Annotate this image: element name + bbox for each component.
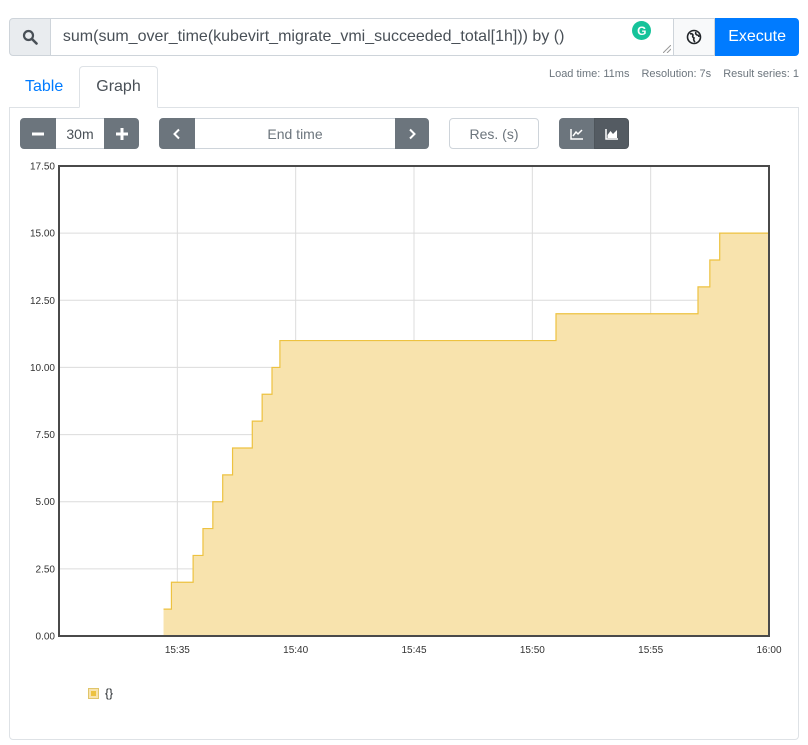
y-tick-label: 17.50 [30, 162, 55, 173]
expression-input[interactable]: sum(sum_over_time(kubevirt_migrate_vmi_s… [50, 18, 675, 56]
range-input[interactable]: 30m [56, 118, 104, 149]
view-tabs: Table Graph [9, 66, 158, 108]
increase-range-button[interactable] [104, 118, 139, 149]
x-tick-label: 16:00 [756, 645, 781, 656]
y-tick-label: 12.50 [30, 296, 55, 307]
end-time-input[interactable]: End time [195, 118, 395, 149]
chart-legend: {} [88, 686, 113, 700]
y-tick-label: 15.00 [30, 229, 55, 240]
x-tick-label: 15:35 [165, 645, 190, 656]
x-tick-label: 15:50 [520, 645, 545, 656]
next-time-button[interactable] [395, 118, 429, 149]
resize-grip-icon[interactable] [663, 45, 672, 53]
chevron-right-icon [409, 128, 416, 139]
result-series: Result series: 1 [723, 68, 799, 80]
area-chart-button[interactable] [594, 118, 629, 149]
y-tick-label: 10.00 [30, 363, 55, 374]
load-time: Load time: 11ms [548, 68, 630, 80]
y-tick-label: 2.50 [36, 564, 56, 575]
line-chart-button[interactable] [559, 118, 594, 149]
chevron-left-icon [173, 128, 180, 139]
plus-icon [115, 127, 128, 140]
query-stats: Load time: 11ms Resolution: 7s Result se… [549, 68, 799, 80]
tab-table[interactable]: Table [9, 66, 79, 108]
resolution: Resolution: 7s [641, 68, 712, 80]
area-chart-icon [604, 128, 618, 140]
previous-time-button[interactable] [159, 118, 195, 149]
x-tick-label: 15:40 [283, 645, 308, 656]
resolution-input[interactable]: Res. (s) [449, 118, 539, 149]
legend-label[interactable]: {} [105, 686, 113, 700]
search-icon [22, 29, 38, 45]
query-bar: sum(sum_over_time(kubevirt_migrate_vmi_s… [9, 18, 799, 56]
y-tick-label: 5.00 [36, 497, 56, 508]
decrease-range-button[interactable] [20, 118, 56, 149]
y-tick-label: 0.00 [36, 632, 56, 643]
search-button[interactable] [9, 18, 51, 56]
line-chart-icon [569, 128, 583, 140]
tab-graph[interactable]: Graph [79, 66, 158, 108]
globe-icon [686, 29, 702, 45]
grammarly-icon[interactable]: G [632, 21, 652, 40]
y-tick-label: 7.50 [36, 430, 56, 441]
execute-button[interactable]: Execute [715, 18, 799, 56]
legend-swatch[interactable] [88, 687, 99, 699]
minus-icon [32, 132, 44, 135]
expression-text: sum(sum_over_time(kubevirt_migrate_vmi_s… [62, 28, 565, 45]
x-tick-label: 15:55 [638, 645, 663, 656]
x-tick-label: 15:45 [401, 645, 426, 656]
metrics-explorer-button[interactable] [674, 18, 716, 56]
